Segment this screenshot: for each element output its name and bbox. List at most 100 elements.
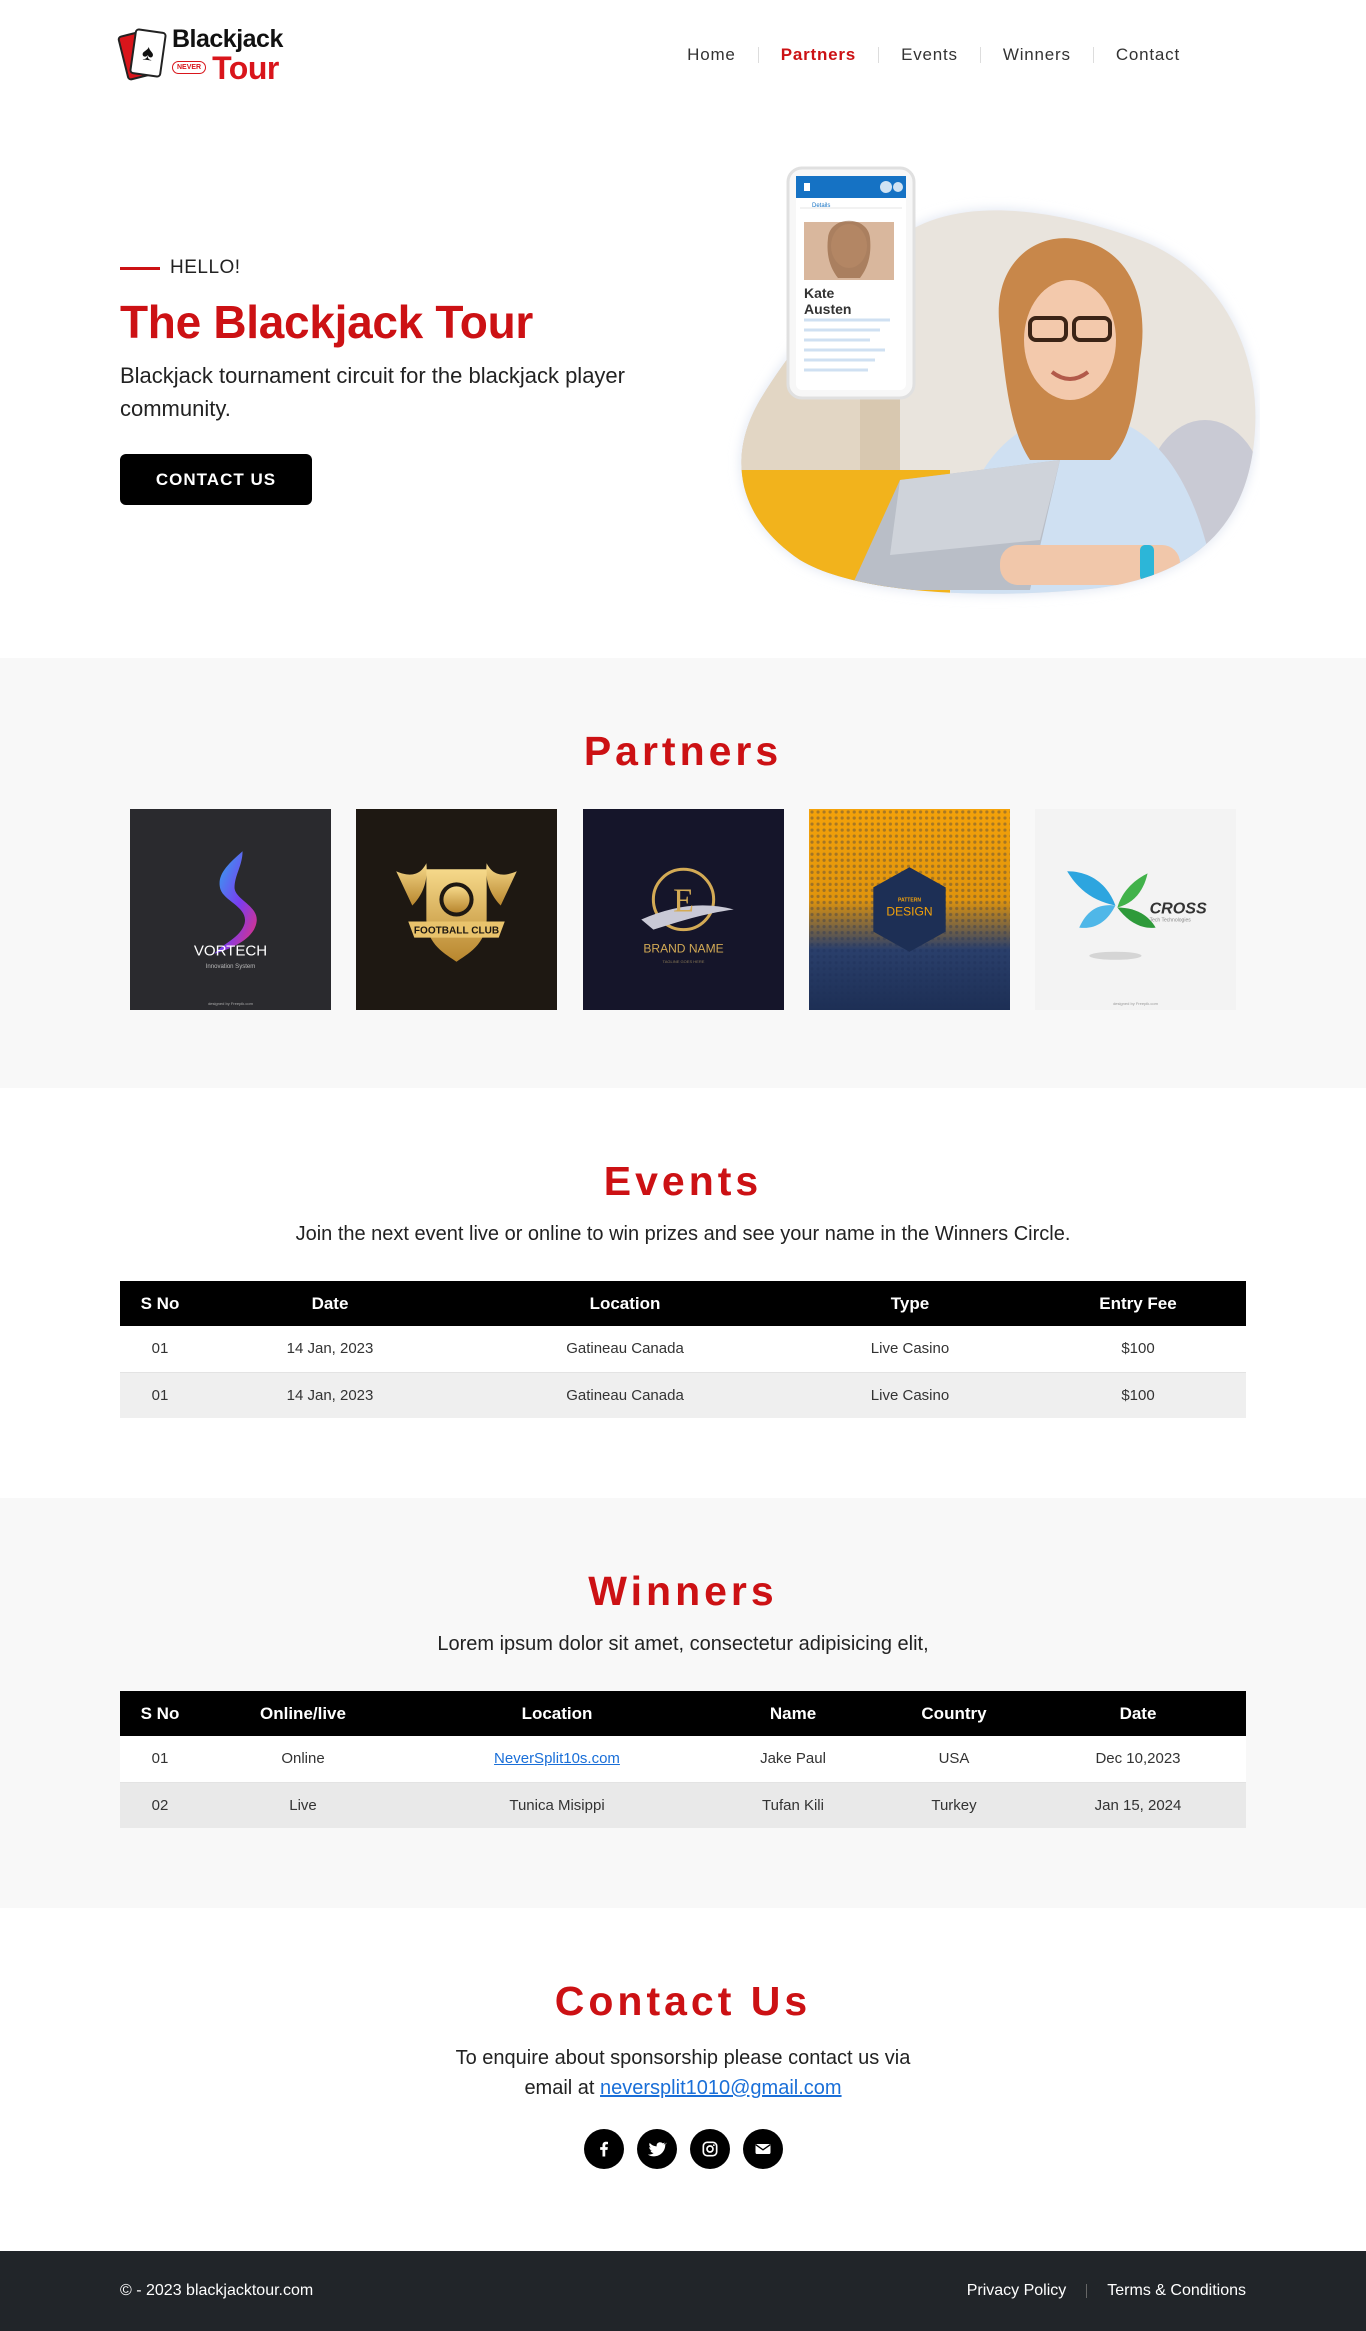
nav-contact[interactable]: Contact bbox=[1094, 45, 1202, 65]
column-header: Entry Fee bbox=[1030, 1281, 1246, 1326]
brand-name-tagline: TAGLINE GOES HERE bbox=[662, 959, 704, 964]
phone-tab-label: Details bbox=[812, 203, 830, 209]
table-cell: Live bbox=[289, 1796, 317, 1814]
hero-kicker: HELLO! bbox=[120, 257, 680, 279]
phone-card-last-name: Austen bbox=[804, 301, 851, 317]
privacy-policy-link[interactable]: Privacy Policy bbox=[967, 2282, 1067, 2300]
phone-mockup: Details Kate Austen bbox=[786, 166, 916, 400]
twitter-icon[interactable] bbox=[636, 2129, 677, 2169]
winners-section: Winners Lorem ipsum dolor sit amet, cons… bbox=[0, 1498, 1366, 1908]
brand-tag: NEVER bbox=[172, 61, 207, 74]
column-header: S No bbox=[120, 1691, 200, 1736]
instagram-icon[interactable] bbox=[689, 2129, 730, 2169]
events-table: S No Date Location Type Entry Fee 01 14 … bbox=[120, 1281, 1246, 1418]
events-section: Events Join the next event live or onlin… bbox=[0, 1088, 1366, 1498]
table-cell: 02 bbox=[151, 1796, 169, 1814]
partners-title: Partners bbox=[583, 728, 783, 774]
football-club-name: FOOTBALL CLUB bbox=[414, 926, 499, 937]
site-header: ♠ Blackjack NEVER Tour Home Partners Eve… bbox=[0, 0, 1366, 110]
hero-title: The Blackjack Tour bbox=[120, 296, 534, 348]
cross-name: CROSS bbox=[1150, 900, 1207, 918]
table-cell: Online bbox=[281, 1750, 325, 1768]
events-title: Events bbox=[603, 1158, 763, 1204]
contact-email-link[interactable]: neversplit1010@gmail.com bbox=[600, 2077, 842, 2099]
table-cell: 01 bbox=[151, 1750, 169, 1768]
table-cell: $100 bbox=[1121, 1386, 1155, 1404]
brand-name-text: BRAND NAME bbox=[643, 942, 723, 956]
winners-table: S No Online/live Location Name Country D… bbox=[120, 1691, 1246, 1828]
table-cell: Gatineau Canada bbox=[566, 1340, 684, 1358]
woman-with-laptop-image: Details Kate Austen bbox=[741, 166, 1256, 594]
table-cell: Tunica Misippi bbox=[509, 1796, 605, 1814]
nav-partners[interactable]: Partners bbox=[759, 45, 878, 65]
nav-events[interactable]: Events bbox=[879, 45, 980, 65]
table-cell: Turkey bbox=[931, 1796, 977, 1814]
partner-logo-row: VORTECH Innovation System designed by Fr… bbox=[130, 809, 1236, 1010]
contact-text: To enquire about sponsorship please cont… bbox=[0, 2043, 1366, 2103]
winners-subtitle: Lorem ipsum dolor sit amet, consectetur … bbox=[437, 1633, 929, 1655]
column-header: Location bbox=[460, 1281, 790, 1326]
partners-section: Partners VORTECH Innovation System desig… bbox=[0, 658, 1366, 1088]
table-row: 01 14 Jan, 2023 Gatineau Canada Live Cas… bbox=[120, 1326, 1246, 1372]
hero-section: HELLO! The Blackjack Tour Blackjack tour… bbox=[0, 110, 1366, 658]
events-table-header: S No Date Location Type Entry Fee bbox=[120, 1281, 1246, 1326]
column-header: Date bbox=[1030, 1691, 1246, 1736]
cross-tagline: Tech Technologies bbox=[1150, 918, 1192, 924]
brand-name-letter: E bbox=[673, 883, 694, 920]
envelope-icon[interactable] bbox=[742, 2129, 783, 2169]
nav-winners[interactable]: Winners bbox=[981, 45, 1093, 65]
brand-line2: Tour bbox=[212, 49, 279, 86]
column-header: Country bbox=[878, 1691, 1030, 1736]
vortech-tagline: Innovation System bbox=[206, 964, 256, 970]
contact-line1: To enquire about sponsorship please cont… bbox=[455, 2047, 911, 2069]
pattern-design-name: DESIGN bbox=[886, 905, 932, 919]
contact-line2-prefix: email at bbox=[524, 2077, 595, 2099]
footer-divider bbox=[1086, 2284, 1088, 2298]
nav-home[interactable]: Home bbox=[665, 45, 758, 65]
table-cell: $100 bbox=[1121, 1340, 1155, 1358]
events-subtitle: Join the next event live or online to wi… bbox=[295, 1223, 1071, 1245]
vortech-name: VORTECH bbox=[194, 943, 267, 960]
table-cell: Tufan Kili bbox=[762, 1796, 824, 1814]
partner-logo-pattern-design[interactable]: PATTERN DESIGN bbox=[808, 809, 1010, 1010]
table-cell: USA bbox=[938, 1750, 970, 1768]
terms-link[interactable]: Terms & Conditions bbox=[1107, 2282, 1246, 2300]
table-cell: Jake Paul bbox=[760, 1750, 826, 1768]
table-cell: 14 Jan, 2023 bbox=[286, 1386, 374, 1404]
hero-illustration: Details Kate Austen bbox=[700, 160, 1260, 615]
cross-credit: designed by Freepik.com bbox=[1113, 1001, 1159, 1006]
hero-kicker-text: HELLO! bbox=[170, 257, 241, 278]
site-footer: © - 2023 blackjacktour.com Privacy Polic… bbox=[0, 2251, 1366, 2331]
partner-logo-vortech[interactable]: VORTECH Innovation System designed by Fr… bbox=[130, 809, 331, 1010]
footer-copyright: © - 2023 blackjacktour.com bbox=[120, 2282, 314, 2299]
contact-line2: email at neversplit1010@gmail.com bbox=[0, 2073, 1366, 2103]
phone-card-first-name: Kate bbox=[804, 285, 835, 301]
table-row: 01 Online NeverSplit10s.com Jake Paul US… bbox=[120, 1736, 1246, 1782]
partner-logo-football-club[interactable]: FOOTBALL CLUB bbox=[356, 809, 558, 1010]
table-cell: NeverSplit10s.com bbox=[406, 1736, 708, 1782]
winners-table-header: S No Online/live Location Name Country D… bbox=[120, 1691, 1246, 1736]
facebook-icon[interactable] bbox=[583, 2129, 624, 2169]
contact-title: Contact Us bbox=[554, 1978, 812, 2024]
table-cell: 01 bbox=[151, 1340, 169, 1358]
partner-logo-brand-name[interactable]: E BRAND NAME TAGLINE GOES HERE bbox=[582, 809, 784, 1010]
table-cell: 14 Jan, 2023 bbox=[286, 1340, 374, 1358]
brand-line1: Blackjack bbox=[172, 24, 283, 53]
footer-links: Privacy Policy Terms & Conditions bbox=[967, 2282, 1246, 2300]
brand-logo[interactable]: ♠ Blackjack NEVER Tour bbox=[116, 24, 283, 86]
table-cell: Jan 15, 2024 bbox=[1094, 1796, 1182, 1814]
table-cell: Gatineau Canada bbox=[566, 1386, 684, 1404]
partner-logo-cross[interactable]: CROSS Tech Technologies designed by Free… bbox=[1035, 809, 1236, 1010]
column-header: Name bbox=[708, 1691, 878, 1736]
contact-us-button[interactable]: CONTACT US bbox=[120, 454, 312, 505]
table-row: 02 Live Tunica Misippi Tufan Kili Turkey… bbox=[120, 1782, 1246, 1828]
hero-subtitle: Blackjack tournament circuit for the bla… bbox=[120, 363, 625, 421]
table-row: 01 14 Jan, 2023 Gatineau Canada Live Cas… bbox=[120, 1372, 1246, 1418]
column-header: Online/live bbox=[200, 1691, 406, 1736]
column-header: Date bbox=[200, 1281, 460, 1326]
winner-location-link[interactable]: NeverSplit10s.com bbox=[494, 1750, 620, 1767]
pattern-design-top: PATTERN bbox=[898, 897, 921, 903]
main-nav: Home Partners Events Winners Contact bbox=[665, 45, 1202, 65]
playing-cards-icon: ♠ bbox=[116, 26, 168, 84]
table-cell: Dec 10,2023 bbox=[1095, 1750, 1181, 1768]
